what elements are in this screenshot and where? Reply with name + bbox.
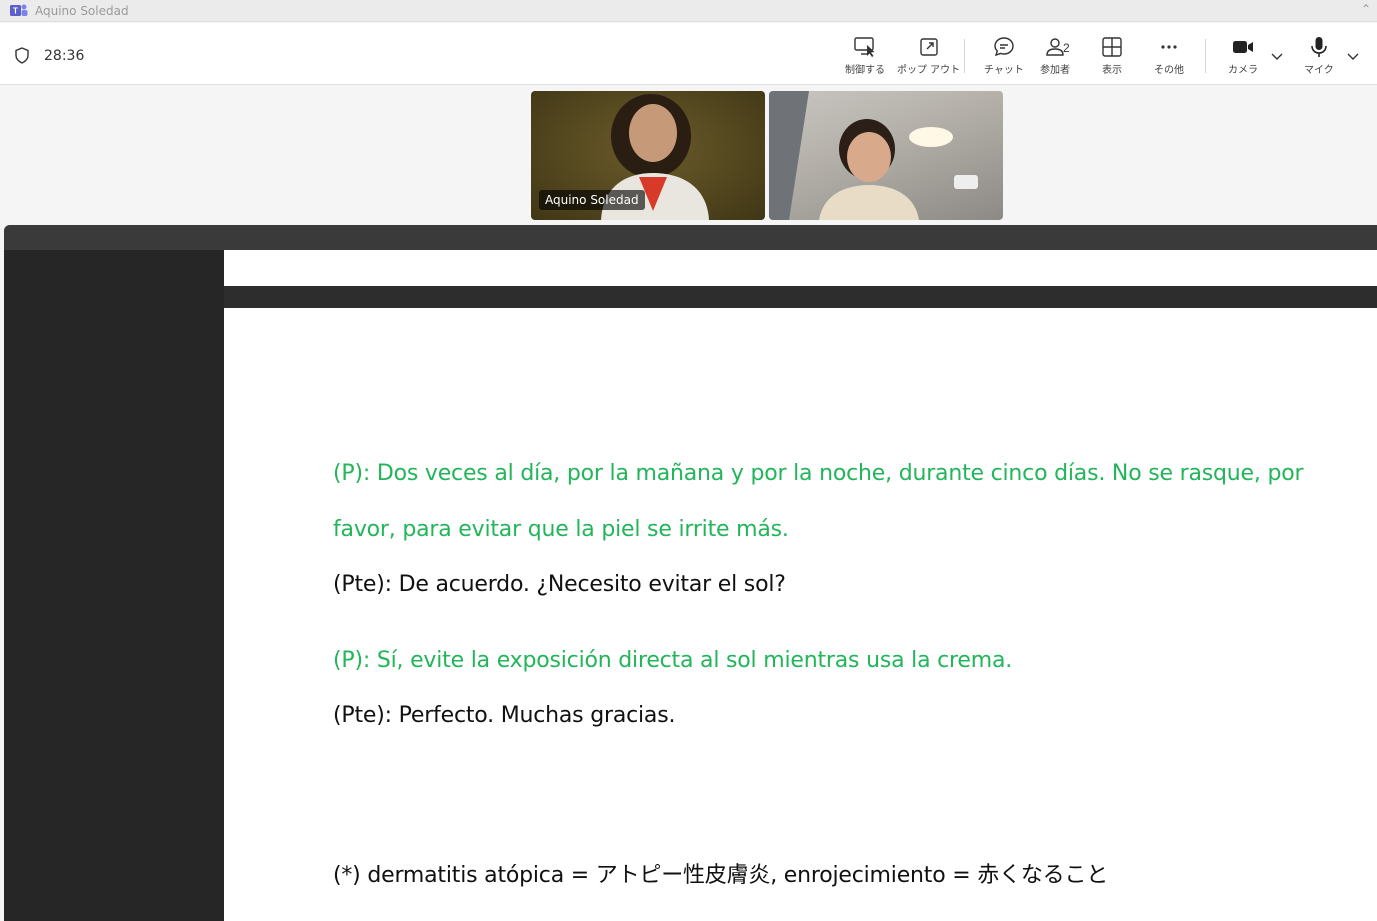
video-gallery: Aquino Soledad bbox=[0, 86, 1377, 224]
shield-icon bbox=[15, 47, 29, 64]
video-tile-self[interactable] bbox=[769, 91, 1003, 220]
shared-screen-side-pane bbox=[4, 250, 224, 921]
camera-label: カメラ bbox=[1228, 65, 1258, 76]
chat-button[interactable]: チャット bbox=[984, 35, 1024, 76]
more-label: その他 bbox=[1154, 65, 1184, 76]
toolbar-divider bbox=[964, 39, 965, 73]
doc-line-doctor-1-cont: favor, para evitar que la piel se irrite… bbox=[333, 517, 789, 542]
view-label: 表示 bbox=[1102, 65, 1122, 76]
participants-label: 参加者 bbox=[1040, 65, 1070, 76]
take-control-label: 制御する bbox=[845, 65, 885, 76]
document-page: (P): Dos veces al día, por la mañana y p… bbox=[224, 308, 1377, 921]
chevron-up-icon[interactable]: ⌃ bbox=[1361, 2, 1371, 16]
pop-out-button[interactable]: ポップ アウト bbox=[897, 35, 960, 76]
previous-page-bottom bbox=[224, 250, 1377, 286]
take-control-icon bbox=[854, 37, 875, 57]
camera-button[interactable]: カメラ bbox=[1228, 35, 1258, 76]
participants-count-badge: 2 bbox=[1063, 41, 1070, 55]
doc-line-patient-2: (Pte): Perfecto. Muchas gracias. bbox=[333, 703, 676, 728]
meeting-toolbar: 28:36 制御する ポップ アウト チャット 参加者 2 表示 その他 カメラ… bbox=[0, 23, 1377, 85]
video-tile-participant[interactable]: Aquino Soledad bbox=[531, 91, 765, 220]
doc-line-glossary-note: (*) dermatitis atópica = アトピー性皮膚炎, enroj… bbox=[333, 863, 1109, 888]
view-button[interactable]: 表示 bbox=[1100, 35, 1124, 76]
chat-label: チャット bbox=[984, 65, 1024, 76]
mic-options-chevron-icon[interactable] bbox=[1346, 51, 1360, 61]
chat-icon bbox=[994, 37, 1014, 57]
meeting-timer: 28:36 bbox=[44, 48, 85, 64]
window-titlebar: T Aquino Soledad ⌃ bbox=[0, 0, 1377, 22]
self-video-feed bbox=[769, 91, 978, 220]
mic-icon bbox=[1311, 37, 1327, 57]
svg-text:T: T bbox=[13, 7, 18, 16]
camera-options-chevron-icon[interactable] bbox=[1270, 51, 1284, 61]
doc-line-doctor-1: (P): Dos veces al día, por la mañana y p… bbox=[333, 461, 1304, 486]
pop-out-label: ポップ アウト bbox=[897, 65, 961, 76]
more-button[interactable]: その他 bbox=[1154, 35, 1184, 76]
view-grid-icon bbox=[1102, 37, 1122, 57]
window-title: Aquino Soledad bbox=[35, 4, 129, 18]
mic-button[interactable]: マイク bbox=[1304, 35, 1334, 76]
participant-name-tag: Aquino Soledad bbox=[539, 190, 645, 210]
mic-label: マイク bbox=[1304, 65, 1334, 76]
toolbar-divider bbox=[1205, 39, 1206, 73]
camera-icon bbox=[1233, 41, 1253, 53]
pop-out-icon bbox=[919, 38, 938, 56]
teams-icon: T bbox=[10, 4, 28, 16]
shared-screen-topbar bbox=[4, 225, 1377, 250]
more-icon bbox=[1161, 45, 1177, 49]
doc-line-patient-1: (Pte): De acuerdo. ¿Necesito evitar el s… bbox=[333, 572, 786, 597]
take-control-button[interactable]: 制御する bbox=[845, 35, 885, 76]
doc-line-doctor-2: (P): Sí, evite la exposición directa al … bbox=[333, 648, 1013, 673]
shared-screen: (P): Dos veces al día, por la mañana y p… bbox=[4, 225, 1377, 921]
page-separator bbox=[224, 286, 1377, 308]
